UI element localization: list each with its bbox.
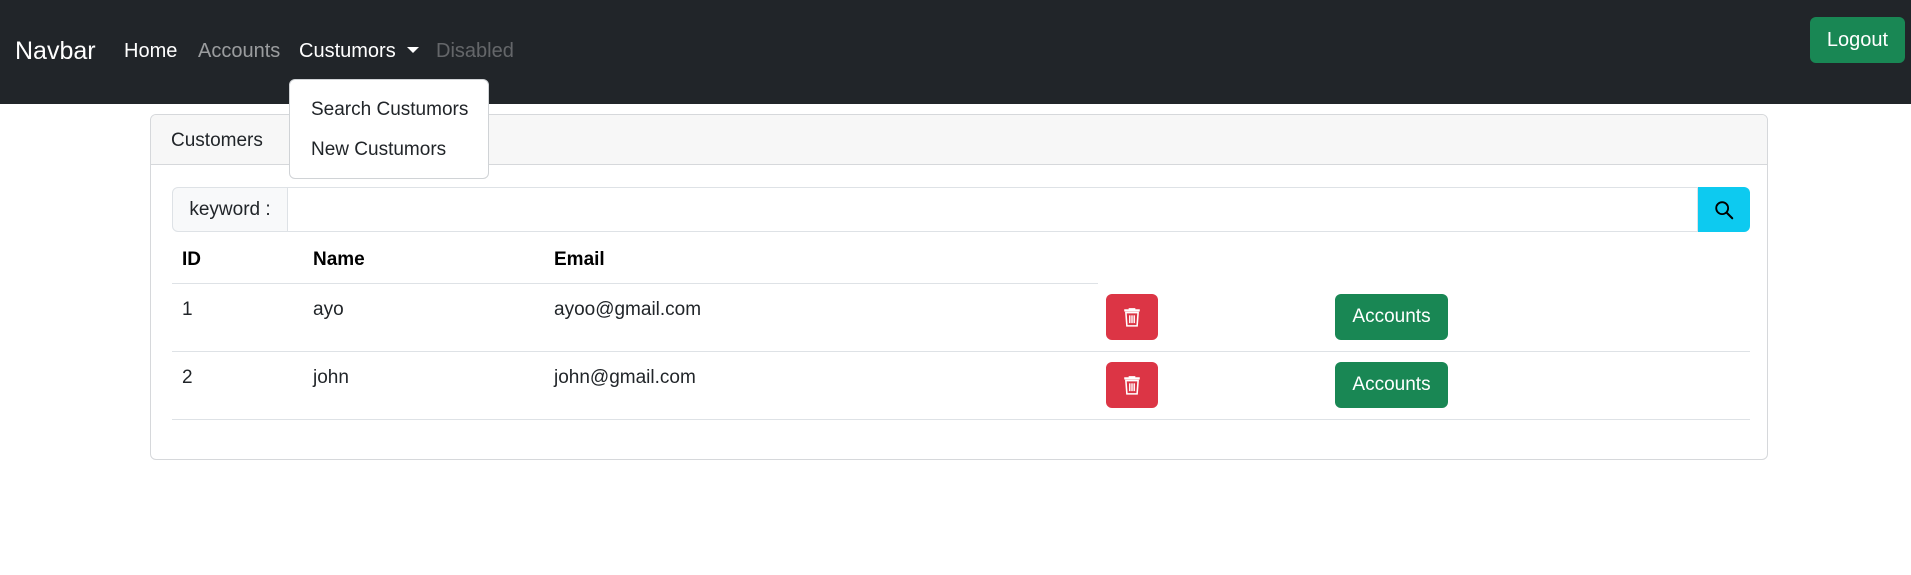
- search-group: keyword :: [172, 187, 1750, 232]
- navbar: Navbar Home Accounts Custumors Disabled …: [0, 0, 1911, 104]
- logout-button[interactable]: Logout: [1810, 17, 1905, 63]
- delete-button[interactable]: [1106, 294, 1158, 340]
- search-input[interactable]: [288, 187, 1698, 232]
- search-label: keyword :: [172, 187, 288, 232]
- nav-dropdown-label: Custumors: [299, 40, 396, 62]
- cell-id: 2: [182, 367, 193, 388]
- header-divider: [172, 283, 1098, 284]
- column-header-email: Email: [554, 249, 605, 270]
- search-icon: [1715, 200, 1734, 219]
- card-title: Customers: [171, 130, 263, 151]
- trash-icon: [1124, 376, 1140, 395]
- custumors-dropdown-menu: Search Custumors New Custumors: [289, 79, 489, 179]
- caret-down-icon: [406, 47, 419, 53]
- delete-button[interactable]: [1106, 362, 1158, 408]
- trash-icon: [1124, 308, 1140, 327]
- cell-name: ayo: [313, 299, 344, 320]
- accounts-button[interactable]: Accounts: [1335, 362, 1448, 408]
- dropdown-item-new-custumors[interactable]: New Custumors: [311, 139, 446, 161]
- dropdown-item-search-custumors[interactable]: Search Custumors: [311, 99, 468, 121]
- cell-email: john@gmail.com: [554, 367, 696, 388]
- navbar-brand[interactable]: Navbar: [15, 37, 96, 66]
- search-button[interactable]: [1698, 187, 1750, 232]
- cell-email: ayoo@gmail.com: [554, 299, 702, 320]
- nav-dropdown-custumors[interactable]: Custumors: [299, 40, 419, 63]
- nav-link-home[interactable]: Home: [124, 40, 177, 63]
- accounts-button[interactable]: Accounts: [1335, 294, 1448, 340]
- nav-link-accounts[interactable]: Accounts: [198, 40, 280, 63]
- column-header-name: Name: [313, 249, 365, 270]
- row-divider: [172, 351, 1750, 352]
- cell-id: 1: [182, 299, 193, 320]
- cell-name: john: [313, 367, 349, 388]
- row-divider: [172, 419, 1750, 420]
- column-header-id: ID: [182, 249, 201, 270]
- nav-link-disabled: Disabled: [436, 40, 514, 62]
